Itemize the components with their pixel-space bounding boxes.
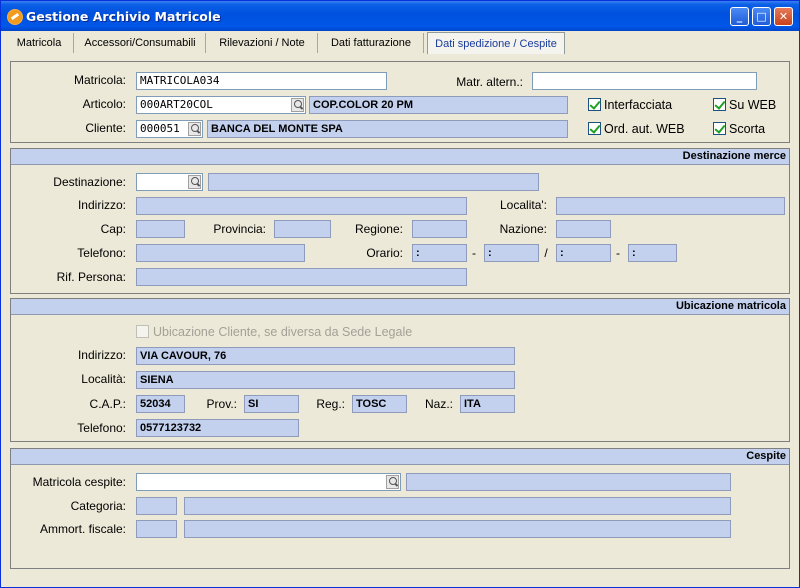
ubic-naz-label: Naz.: bbox=[424, 397, 453, 411]
magnifier-icon[interactable] bbox=[188, 175, 201, 189]
articolo-code-field[interactable]: 000ART20COL bbox=[136, 96, 306, 114]
indirizzo-label: Indirizzo: bbox=[77, 198, 126, 212]
magnifier-icon[interactable] bbox=[188, 122, 201, 136]
su-web-label: Su WEB bbox=[729, 98, 777, 112]
matricola-label: Matricola: bbox=[73, 73, 126, 87]
categoria-desc-field bbox=[184, 497, 731, 515]
ubic-indirizzo-label: Indirizzo: bbox=[77, 348, 126, 362]
ord-aut-web-label: Ord. aut. WEB bbox=[604, 122, 685, 136]
categoria-code-field[interactable] bbox=[136, 497, 177, 515]
destinazione-title: Destinazione merce bbox=[11, 149, 789, 165]
scorta-checkbox[interactable] bbox=[713, 122, 726, 135]
interfacciata-label: Interfacciata bbox=[604, 98, 673, 112]
cliente-code-value: 000051 bbox=[140, 122, 180, 135]
ubic-prov-field: SI bbox=[244, 395, 299, 413]
matricola-cespite-desc bbox=[406, 473, 731, 491]
cliente-code-field[interactable]: 000051 bbox=[136, 120, 203, 138]
tab-bar: Matricola Accessori/Consumabili Rilevazi… bbox=[5, 31, 797, 55]
rif-persona-field[interactable] bbox=[136, 268, 467, 286]
tab-accessori[interactable]: Accessori/Consumabili bbox=[75, 33, 206, 53]
orario-1-field[interactable]: : bbox=[412, 244, 467, 262]
ubic-reg-label: Reg.: bbox=[316, 397, 345, 411]
matr-altern-field[interactable] bbox=[532, 72, 757, 90]
destinazione-desc-field bbox=[208, 173, 539, 191]
matricola-cespite-field[interactable] bbox=[136, 473, 401, 491]
matricola-field[interactable]: MATRICOLA034 bbox=[136, 72, 387, 90]
provincia-label: Provincia: bbox=[213, 222, 266, 236]
categoria-label: Categoria: bbox=[70, 499, 126, 513]
ammort-code-field[interactable] bbox=[136, 520, 177, 538]
orario-3-field[interactable]: : bbox=[556, 244, 611, 262]
title-bar[interactable]: Gestione Archivio Matricole _ □ ✕ bbox=[1, 1, 799, 31]
ubic-localita-field: SIENA bbox=[136, 371, 515, 389]
nazione-field[interactable] bbox=[556, 220, 611, 238]
su-web-checkbox[interactable] bbox=[713, 98, 726, 111]
ubic-prov-label: Prov.: bbox=[206, 397, 237, 411]
orario-2-field[interactable]: : bbox=[484, 244, 539, 262]
cliente-desc-field: BANCA DEL MONTE SPA bbox=[207, 120, 568, 138]
localita-label: Localita': bbox=[500, 198, 547, 212]
ubicazione-cliente-checkbox[interactable] bbox=[136, 325, 149, 338]
orario-dash-2: - bbox=[616, 246, 620, 260]
orario-4-field[interactable]: : bbox=[628, 244, 677, 262]
ubic-reg-field: TOSC bbox=[352, 395, 407, 413]
articolo-desc-field: COP.COLOR 20 PM bbox=[309, 96, 568, 114]
orario-dash-1: - bbox=[472, 246, 476, 260]
magnifier-icon[interactable] bbox=[386, 475, 399, 489]
localita-field[interactable] bbox=[556, 197, 785, 215]
cespite-title: Cespite bbox=[11, 449, 789, 465]
ubic-telefono-label: Telefono: bbox=[77, 421, 126, 435]
articolo-label: Articolo: bbox=[82, 97, 126, 111]
ord-aut-web-checkbox[interactable] bbox=[588, 122, 601, 135]
regione-label: Regione: bbox=[354, 222, 403, 236]
interfacciata-checkbox[interactable] bbox=[588, 98, 601, 111]
app-icon bbox=[7, 9, 23, 25]
cap-label: Cap: bbox=[100, 222, 126, 236]
ammort-desc-field bbox=[184, 520, 731, 538]
telefono-label: Telefono: bbox=[77, 246, 126, 260]
main-window: Gestione Archivio Matricole _ □ ✕ Matric… bbox=[0, 0, 800, 588]
close-button[interactable]: ✕ bbox=[774, 7, 793, 26]
provincia-field[interactable] bbox=[274, 220, 331, 238]
ubicazione-title: Ubicazione matricola bbox=[11, 299, 789, 315]
scorta-label: Scorta bbox=[729, 122, 766, 136]
ubic-cap-label: C.A.P.: bbox=[89, 397, 126, 411]
ubic-localita-label: Località: bbox=[81, 372, 126, 386]
header-panel: Matricola: MATRICOLA034 Matr. altern.: A… bbox=[10, 61, 790, 143]
telefono-field[interactable] bbox=[136, 244, 305, 262]
ubicazione-panel: Ubicazione matricola Ubicazione Cliente,… bbox=[10, 298, 790, 442]
maximize-button[interactable]: □ bbox=[752, 7, 771, 26]
orario-label: Orario: bbox=[366, 246, 403, 260]
destinazione-panel: Destinazione merce Destinazione: Indiriz… bbox=[10, 148, 790, 294]
articolo-code-value: 000ART20COL bbox=[140, 98, 213, 111]
minimize-button[interactable]: _ bbox=[730, 7, 749, 26]
ubic-indirizzo-field: VIA CAVOUR, 76 bbox=[136, 347, 515, 365]
window-title: Gestione Archivio Matricole bbox=[26, 9, 221, 24]
ubicazione-cliente-label: Ubicazione Cliente, se diversa da Sede L… bbox=[153, 325, 413, 339]
cespite-panel: Cespite Matricola cespite: Categoria: Am… bbox=[10, 448, 790, 569]
tab-matricola[interactable]: Matricola bbox=[5, 33, 74, 53]
orario-slash: / bbox=[544, 246, 548, 260]
matricola-cespite-label: Matricola cespite: bbox=[32, 475, 126, 489]
cap-field[interactable] bbox=[136, 220, 185, 238]
matr-altern-label: Matr. altern.: bbox=[456, 75, 523, 89]
cliente-label: Cliente: bbox=[85, 121, 126, 135]
tab-dati-spedizione[interactable]: Dati spedizione / Cespite bbox=[427, 32, 565, 54]
magnifier-icon[interactable] bbox=[291, 98, 304, 112]
ammort-fiscale-label: Ammort. fiscale: bbox=[39, 522, 126, 536]
ubic-naz-field: ITA bbox=[460, 395, 515, 413]
destinazione-code-field[interactable] bbox=[136, 173, 203, 191]
rif-persona-label: Rif. Persona: bbox=[56, 270, 126, 284]
tab-rilevazioni[interactable]: Rilevazioni / Note bbox=[207, 33, 318, 53]
ubic-telefono-field: 0577123732 bbox=[136, 419, 299, 437]
indirizzo-field[interactable] bbox=[136, 197, 467, 215]
regione-field[interactable] bbox=[412, 220, 467, 238]
ubic-cap-field: 52034 bbox=[136, 395, 185, 413]
destinazione-label: Destinazione: bbox=[53, 175, 126, 189]
tab-dati-fatturazione[interactable]: Dati fatturazione bbox=[319, 33, 424, 53]
nazione-label: Nazione: bbox=[499, 222, 547, 236]
